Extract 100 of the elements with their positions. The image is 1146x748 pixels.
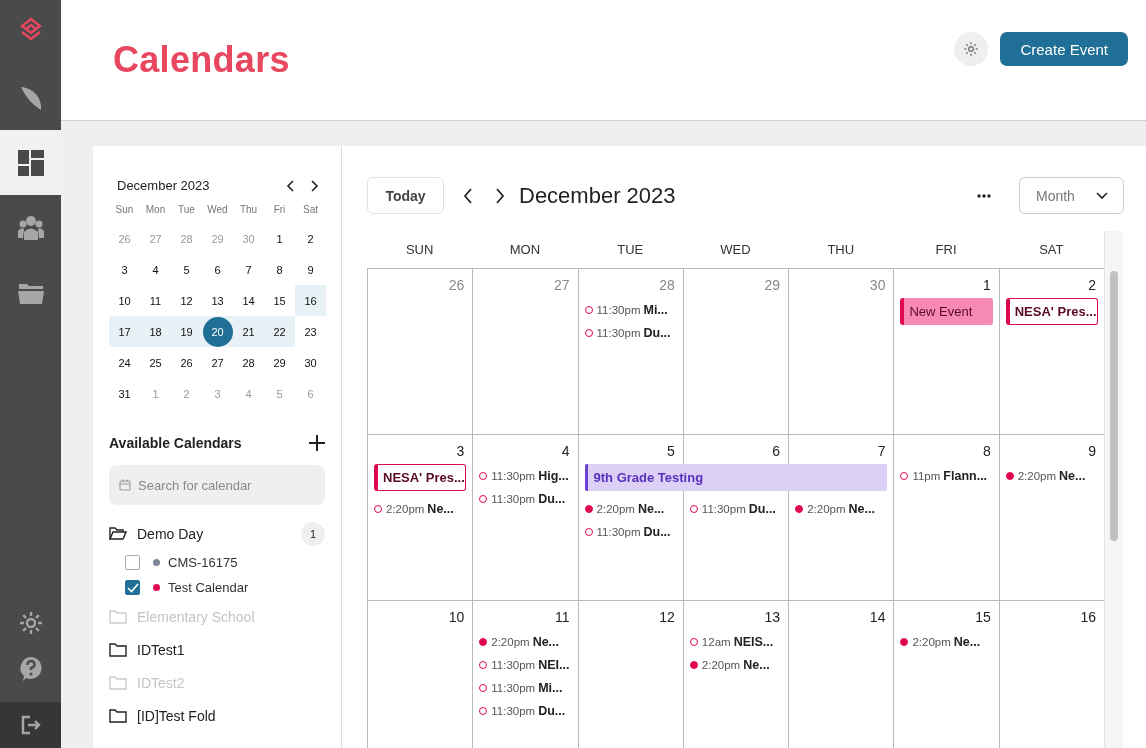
today-button[interactable]: Today (367, 177, 444, 214)
event-item[interactable]: 12am NEIS... (689, 630, 783, 653)
weekday-label: Sat (302, 203, 319, 217)
mini-calendar-day[interactable]: 16 (295, 285, 326, 316)
folder-icon[interactable] (109, 708, 127, 723)
event-item[interactable]: 11:30pm Du... (479, 487, 572, 510)
mini-calendar-day[interactable]: 18 (140, 316, 171, 347)
mini-calendar-day[interactable]: 19 (171, 316, 202, 347)
event-chip[interactable]: NESA' Pres... (1005, 298, 1098, 325)
mini-calendar-day[interactable]: 10 (109, 285, 140, 316)
mini-calendar-day[interactable]: 3 (109, 254, 140, 285)
event-chip[interactable]: New Event (900, 298, 993, 325)
mini-calendar-day[interactable]: 17 (109, 316, 140, 347)
scrollbar[interactable] (1104, 231, 1123, 748)
mini-calendar-day[interactable]: 22 (264, 316, 295, 347)
more-icon[interactable] (977, 193, 991, 198)
event-item[interactable]: 11:30pm Du... (479, 699, 572, 722)
mini-calendar-day[interactable]: 2 (295, 223, 326, 254)
mini-calendar-day[interactable]: 23 (295, 316, 326, 347)
event-item[interactable]: 11:30pm Du... (689, 497, 783, 520)
mini-calendar-day[interactable]: 14 (233, 285, 264, 316)
mini-calendar-day[interactable]: 24 (109, 347, 140, 378)
help-icon[interactable] (18, 656, 43, 682)
mini-calendar-day[interactable]: 7 (233, 254, 264, 285)
previous-month-icon[interactable] (286, 179, 295, 192)
folder-icon[interactable] (109, 642, 127, 657)
mini-calendar-day[interactable]: 15 (264, 285, 295, 316)
mini-calendar-day[interactable]: 21 (233, 316, 264, 347)
next-month-icon[interactable] (310, 179, 319, 192)
weekday-header: SAT (1038, 241, 1065, 259)
settings-icon (963, 41, 980, 57)
day-number: 3 (456, 443, 465, 459)
multi-day-event[interactable]: 9th Grade Testing (584, 464, 888, 491)
calendar-icon (119, 479, 131, 491)
previous-icon[interactable] (463, 187, 473, 204)
day-number: 29 (764, 277, 781, 293)
open-folder-icon[interactable] (109, 526, 127, 541)
mini-calendar-day[interactable]: 8 (264, 254, 295, 285)
mini-calendar-day[interactable]: 25 (140, 347, 171, 378)
weekday-label: Mon (144, 203, 167, 217)
folder-name[interactable]: Demo Day (137, 525, 291, 542)
event-item[interactable]: 2:20pm Ne... (374, 497, 467, 520)
event-item[interactable]: 11:30pm Mi... (584, 298, 677, 321)
event-item[interactable]: 11:30pm Mi... (479, 676, 572, 699)
event-item[interactable]: 11:30pm Du... (584, 321, 677, 344)
mini-calendar-day[interactable]: 5 (171, 254, 202, 285)
calendar-name[interactable]: CMS-16175 (168, 555, 238, 570)
checkbox[interactable] (125, 580, 140, 595)
settings-icon[interactable] (18, 611, 43, 635)
mini-calendar-day[interactable]: 1 (264, 223, 295, 254)
create-event-button[interactable]: Create Event (1000, 32, 1128, 66)
weekday-label: Tue (177, 203, 196, 217)
mini-calendar-day[interactable]: 20 (202, 316, 233, 347)
calendar-name[interactable]: Test Calendar (168, 580, 249, 595)
event-item[interactable]: 2:20pm Ne... (900, 630, 993, 653)
event-item[interactable]: 2:20pm Ne... (1005, 464, 1098, 487)
event-item[interactable]: 11pm Flann... (900, 464, 993, 487)
weekday-header: WED (719, 241, 752, 259)
mini-calendar-day[interactable]: 27 (202, 347, 233, 378)
event-item[interactable]: 2:20pm Ne... (795, 497, 888, 520)
day-number: 27 (554, 277, 570, 293)
weekday-header: SUN (404, 241, 435, 259)
mini-calendar-day[interactable]: 9 (295, 254, 326, 285)
mini-calendar-day[interactable]: 30 (295, 347, 326, 378)
folder-name[interactable]: IDTest1 (137, 641, 325, 658)
event-chip[interactable]: NESA' Pres... (374, 464, 467, 491)
weekday-label: Thu (238, 203, 259, 217)
mini-calendar-day[interactable]: 6 (202, 254, 233, 285)
dashboard-icon[interactable] (17, 149, 44, 176)
mini-calendar-day[interactable]: 29 (264, 347, 295, 378)
folder-name[interactable]: [ID]Test Fold (137, 707, 325, 724)
next-icon[interactable] (495, 187, 505, 204)
logout-icon[interactable] (20, 715, 41, 735)
event-item[interactable]: 11:30pm NEI... (479, 653, 572, 676)
people-icon[interactable] (17, 215, 44, 240)
mini-calendar-day[interactable]: 11 (140, 285, 171, 316)
mini-calendar-day[interactable]: 31 (109, 378, 140, 409)
mini-calendar-day[interactable]: 13 (202, 285, 233, 316)
day-number: 8 (982, 443, 991, 459)
checkbox[interactable] (125, 555, 140, 570)
day-number: 4 (561, 443, 570, 459)
event-item[interactable]: 2:20pm Ne... (479, 630, 572, 653)
event-item[interactable]: 2:20pm Ne... (584, 497, 677, 520)
mini-calendar-day[interactable]: 4 (140, 254, 171, 285)
event-item[interactable]: 11:30pm Hig... (479, 464, 572, 487)
mini-calendar-day[interactable]: 26 (171, 347, 202, 378)
event-item[interactable]: 11:30pm Du... (584, 520, 677, 543)
weekday-header: MON (508, 241, 542, 259)
day-number: 7 (877, 443, 886, 459)
event-item[interactable]: 2:20pm Ne... (689, 653, 783, 676)
day-number: 14 (869, 609, 886, 625)
weekday-label: Fri (272, 203, 287, 217)
view-dropdown[interactable]: Month (1019, 177, 1124, 214)
add-icon[interactable] (309, 435, 325, 451)
day-number: 16 (1080, 609, 1096, 625)
mini-calendar-day[interactable]: 12 (171, 285, 202, 316)
mini-calendar-day[interactable]: 28 (233, 347, 264, 378)
day-number: 12 (659, 609, 675, 625)
settings-button[interactable] (954, 32, 989, 66)
search-field[interactable]: Search for calendar (109, 465, 325, 505)
